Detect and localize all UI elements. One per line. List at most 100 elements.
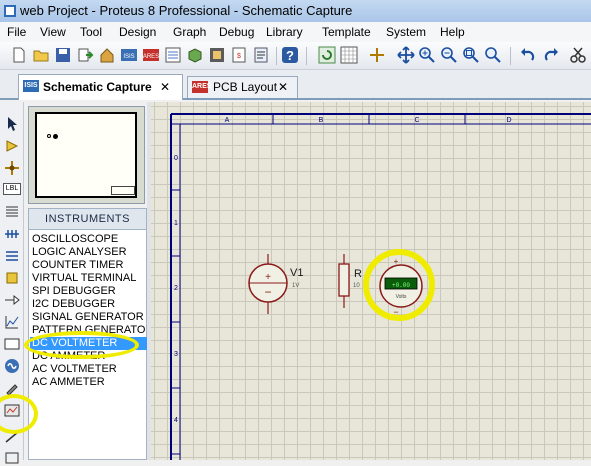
zoom-out-icon[interactable] xyxy=(440,46,458,64)
instruments-header: INSTRUMENTS xyxy=(28,208,147,230)
menu-tool[interactable]: Tool xyxy=(80,25,102,39)
row-label-4: 4 xyxy=(174,417,178,424)
selection-mode-icon[interactable] xyxy=(4,116,20,132)
close-icon[interactable]: ✕ xyxy=(278,77,288,97)
column-label-b: B xyxy=(319,117,324,124)
dc-voltmeter-highlight-ellipse xyxy=(24,331,139,359)
instrument-i2c-debugger[interactable]: I2C DEBUGGER xyxy=(32,298,146,311)
isis-icon: ISIS xyxy=(23,80,39,92)
menu-library[interactable]: Library xyxy=(266,25,303,39)
tab-schematic-capture[interactable]: ISIS Schematic Capture ✕ xyxy=(18,74,183,100)
device-pins-icon[interactable] xyxy=(4,292,20,308)
menu-file[interactable]: File xyxy=(7,25,26,39)
close-icon[interactable]: ✕ xyxy=(160,75,170,99)
bom-icon[interactable]: $ xyxy=(230,46,248,64)
overview-window[interactable] xyxy=(28,106,145,204)
toolbar-separator xyxy=(510,47,511,65)
menu-system[interactable]: System xyxy=(386,25,426,39)
schematic-drawing: A B C D 0 1 2 3 4 + − V1 1V R 10 +0.00 V… xyxy=(170,113,591,460)
voltmeter-unit-label: Volts xyxy=(396,294,407,300)
battery-v1[interactable]: + − xyxy=(248,254,288,314)
menu-help[interactable]: Help xyxy=(440,25,465,39)
zoom-all-icon[interactable] xyxy=(462,46,480,64)
overview-component-dot xyxy=(53,134,58,139)
script-icon[interactable] xyxy=(252,46,270,64)
save-icon[interactable] xyxy=(54,46,72,64)
toolbar-separator xyxy=(306,47,307,65)
toolbar: ISIS ARES $ ? xyxy=(0,42,591,70)
instrument-counter-timer[interactable]: COUNTER TIMER xyxy=(32,259,146,272)
resistor-value-label: 10 xyxy=(353,283,360,289)
row-label-0: 0 xyxy=(174,155,178,162)
gerber-icon[interactable] xyxy=(208,46,226,64)
title-bar: web Project - Proteus 8 Professional - S… xyxy=(0,0,591,22)
zoom-in-icon[interactable] xyxy=(418,46,436,64)
column-label-c: C xyxy=(414,117,419,124)
menu-debug[interactable]: Debug xyxy=(219,25,254,39)
open-folder-icon[interactable] xyxy=(32,46,50,64)
tape-recorder-icon[interactable] xyxy=(4,336,20,352)
design-explorer-icon[interactable] xyxy=(164,46,182,64)
subcircuit-icon[interactable] xyxy=(4,248,20,264)
column-label-d: D xyxy=(506,117,511,124)
grid-toggle-icon[interactable] xyxy=(340,46,358,64)
home-page-icon[interactable] xyxy=(98,46,116,64)
row-label-3: 3 xyxy=(174,351,178,358)
document-tab-bar: ISIS Schematic Capture ✕ ARES PCB Layout… xyxy=(0,70,591,100)
undo-icon[interactable] xyxy=(519,46,537,64)
svg-text:$: $ xyxy=(237,53,241,60)
box-tool-icon[interactable] xyxy=(4,450,20,466)
overview-sheet-outline xyxy=(35,112,137,198)
tab-schematic-capture-label: Schematic Capture xyxy=(43,80,152,94)
voltmeter-plus-terminal: + xyxy=(394,257,399,266)
resistor-r[interactable] xyxy=(338,254,350,308)
instrument-oscilloscope[interactable]: OSCILLOSCOPE xyxy=(32,233,146,246)
junction-dot-icon[interactable] xyxy=(4,160,20,176)
instrument-spi-debugger[interactable]: SPI DEBUGGER xyxy=(32,285,146,298)
overview-component-dot xyxy=(47,134,51,138)
overview-title-block xyxy=(111,186,135,195)
proteus-app-icon xyxy=(4,5,16,17)
refresh-icon[interactable] xyxy=(318,46,336,64)
pcb-icon[interactable]: ARES xyxy=(142,46,160,64)
terminals-icon[interactable] xyxy=(4,270,20,286)
component-mode-icon[interactable] xyxy=(4,138,20,154)
instrument-virtual-terminal[interactable]: VIRTUAL TERMINAL xyxy=(32,272,146,285)
import-icon[interactable] xyxy=(76,46,94,64)
menu-view[interactable]: View xyxy=(40,25,66,39)
new-file-icon[interactable] xyxy=(10,46,28,64)
battery-value-label: 1V xyxy=(292,283,299,289)
instrument-ac-ammeter[interactable]: AC AMMETER xyxy=(32,376,146,389)
instrument-ac-voltmeter[interactable]: AC VOLTMETER xyxy=(32,363,146,376)
battery-minus-sign: − xyxy=(264,285,271,299)
text-script-icon[interactable] xyxy=(4,204,20,220)
ares-icon: ARES xyxy=(192,81,211,93)
schematic-canvas[interactable]: A B C D 0 1 2 3 4 + − V1 1V R 10 +0.00 V… xyxy=(151,102,591,460)
cut-icon[interactable] xyxy=(569,46,587,64)
instrument-signal-generator[interactable]: SIGNAL GENERATOR xyxy=(32,311,146,324)
wire-label-icon[interactable]: LBL xyxy=(3,183,21,195)
pan-icon[interactable] xyxy=(397,46,415,64)
battery-reference-label: V1 xyxy=(290,267,303,279)
dc-voltmeter[interactable]: +0.00 Volts + − xyxy=(379,257,423,317)
menu-graph[interactable]: Graph xyxy=(173,25,206,39)
svg-text:ARES: ARES xyxy=(143,54,159,60)
help-icon[interactable]: ? xyxy=(281,46,299,64)
buses-icon[interactable] xyxy=(4,226,20,242)
row-label-1: 1 xyxy=(174,220,178,227)
graph-mode-icon[interactable] xyxy=(4,314,20,330)
row-label-2: 2 xyxy=(174,285,178,292)
tab-pcb-layout[interactable]: ARES PCB Layout ✕ xyxy=(187,76,298,98)
voltmeter-readout: +0.00 xyxy=(392,282,410,289)
redo-icon[interactable] xyxy=(542,46,560,64)
tab-pcb-layout-label: PCB Layout xyxy=(213,80,278,94)
schematic-icon[interactable]: ISIS xyxy=(120,46,138,64)
menu-design[interactable]: Design xyxy=(119,25,156,39)
origin-icon[interactable] xyxy=(368,46,386,64)
zoom-area-icon[interactable] xyxy=(484,46,502,64)
menu-template[interactable]: Template xyxy=(322,25,371,39)
column-label-a: A xyxy=(225,117,230,124)
instrument-logic-analyser[interactable]: LOGIC ANALYSER xyxy=(32,246,146,259)
3d-viewer-icon[interactable] xyxy=(186,46,204,64)
generator-mode-icon[interactable] xyxy=(4,358,20,374)
